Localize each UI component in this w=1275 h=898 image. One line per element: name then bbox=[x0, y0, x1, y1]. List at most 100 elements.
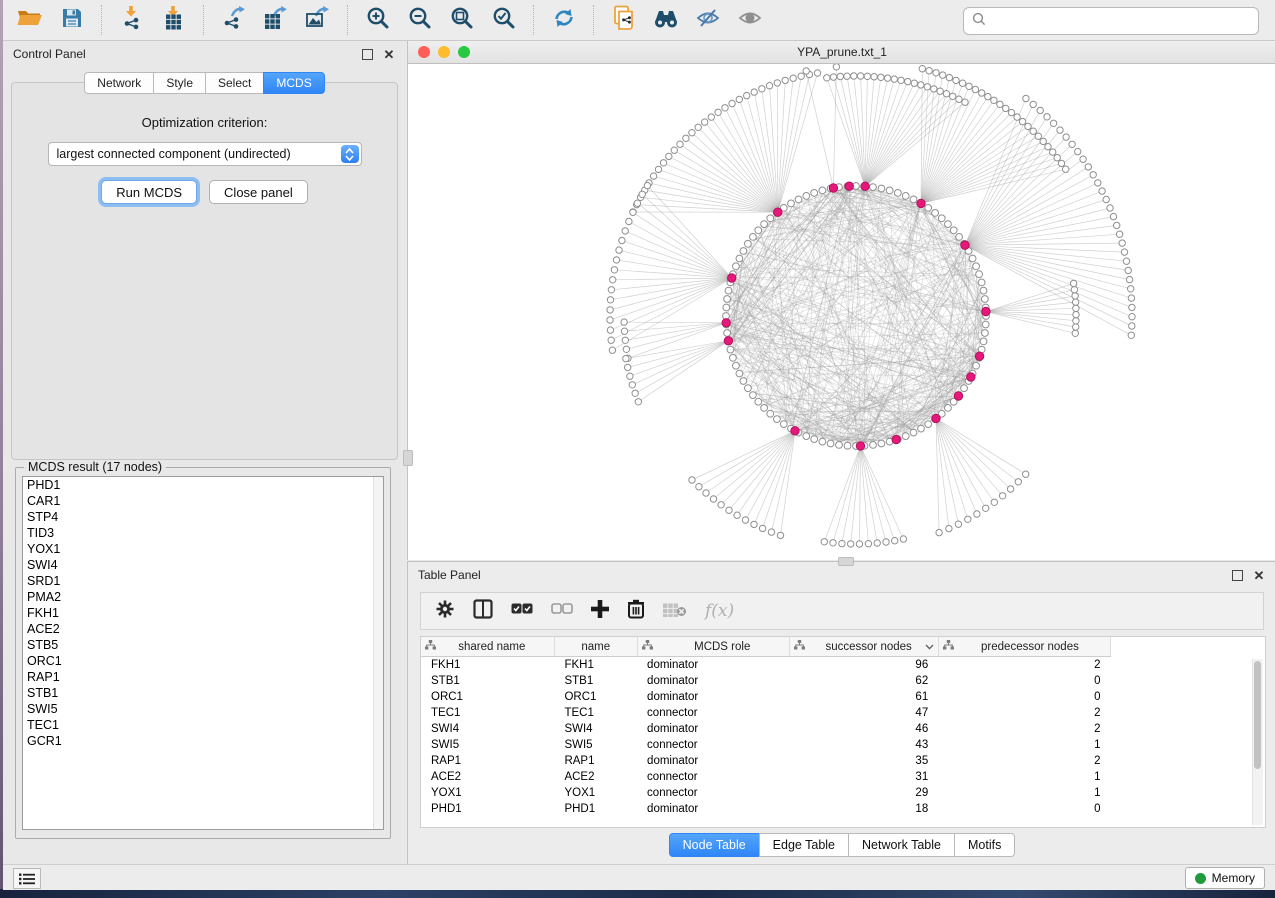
leaf-node[interactable] bbox=[1125, 267, 1131, 273]
leaf-node[interactable] bbox=[634, 200, 640, 206]
leaf-node[interactable] bbox=[959, 80, 965, 86]
import-network-button[interactable] bbox=[115, 4, 149, 36]
table-cell[interactable]: 96 bbox=[789, 657, 938, 674]
leaf-node[interactable] bbox=[1069, 141, 1075, 147]
ring-node[interactable] bbox=[727, 346, 734, 353]
tab-select[interactable]: Select bbox=[205, 72, 263, 94]
table-cell[interactable]: FKH1 bbox=[421, 657, 554, 674]
table-cell[interactable]: RAP1 bbox=[554, 753, 637, 769]
leaf-node[interactable] bbox=[677, 141, 683, 147]
leaf-node[interactable] bbox=[1128, 332, 1134, 338]
leaf-node[interactable] bbox=[999, 493, 1005, 499]
table-cell[interactable]: 1 bbox=[938, 769, 1110, 785]
mcds-result-item[interactable]: ACE2 bbox=[23, 621, 383, 637]
column-header-name[interactable]: name bbox=[554, 637, 637, 657]
ring-node[interactable] bbox=[767, 215, 774, 222]
table-cell[interactable]: ACE2 bbox=[554, 769, 637, 785]
horizontal-splitter-handle[interactable] bbox=[838, 557, 854, 566]
leaf-node[interactable] bbox=[671, 147, 677, 153]
mcds-result-item[interactable]: STB1 bbox=[23, 685, 383, 701]
table-cell[interactable]: STB1 bbox=[554, 673, 637, 689]
leaf-node[interactable] bbox=[626, 218, 632, 224]
leaf-node[interactable] bbox=[918, 82, 924, 88]
column-header-MCDS-role[interactable]: MCDS role bbox=[637, 637, 789, 657]
leaf-node[interactable] bbox=[991, 499, 997, 505]
table-row[interactable]: YOX1YOX1connector291 bbox=[421, 785, 1111, 801]
refresh-layout-button[interactable] bbox=[547, 4, 581, 36]
zoom-out-button[interactable] bbox=[403, 4, 437, 36]
ring-node[interactable] bbox=[774, 416, 781, 423]
ring-node[interactable] bbox=[894, 190, 901, 197]
table-cell[interactable]: dominator bbox=[637, 753, 789, 769]
leaf-node[interactable] bbox=[1072, 330, 1078, 336]
ring-node[interactable] bbox=[973, 362, 980, 369]
mcds-hub-node[interactable] bbox=[774, 208, 782, 216]
leaf-node[interactable] bbox=[768, 529, 774, 535]
mcds-result-item[interactable]: ORC1 bbox=[23, 653, 383, 669]
leaf-node[interactable] bbox=[1023, 95, 1029, 101]
ring-node[interactable] bbox=[740, 378, 747, 385]
ring-node[interactable] bbox=[961, 385, 968, 392]
hide-selected-button[interactable] bbox=[691, 4, 725, 36]
leaf-node[interactable] bbox=[751, 521, 757, 527]
leaf-node[interactable] bbox=[726, 507, 732, 513]
ring-node[interactable] bbox=[788, 200, 795, 207]
leaf-node[interactable] bbox=[666, 153, 672, 159]
table-row[interactable]: STB1STB1dominator620 bbox=[421, 673, 1111, 689]
leaf-node[interactable] bbox=[702, 119, 708, 125]
table-cell[interactable]: 31 bbox=[789, 769, 938, 785]
tab-motifs[interactable]: Motifs bbox=[954, 833, 1015, 857]
leaf-node[interactable] bbox=[1058, 160, 1064, 166]
criterion-select[interactable]: largest connected component (undirected) bbox=[48, 142, 362, 166]
ring-node[interactable] bbox=[819, 438, 826, 445]
ring-node[interactable] bbox=[932, 210, 939, 217]
mcds-hub-node[interactable] bbox=[722, 319, 730, 327]
table-cell[interactable]: connector bbox=[637, 769, 789, 785]
leaf-node[interactable] bbox=[790, 75, 796, 81]
leaf-node[interactable] bbox=[1114, 222, 1120, 228]
leaf-node[interactable] bbox=[607, 307, 613, 313]
table-cell[interactable]: PHD1 bbox=[554, 801, 637, 817]
ring-node[interactable] bbox=[836, 442, 843, 449]
close-panel-button[interactable]: Close panel bbox=[209, 180, 308, 204]
leaf-node[interactable] bbox=[610, 277, 616, 283]
leaf-node[interactable] bbox=[966, 83, 972, 89]
leaf-node[interactable] bbox=[782, 77, 788, 83]
delete-row-button[interactable] bbox=[627, 599, 645, 623]
ring-node[interactable] bbox=[755, 227, 762, 234]
leaf-node[interactable] bbox=[955, 521, 961, 527]
ring-node[interactable] bbox=[976, 271, 983, 278]
leaf-node[interactable] bbox=[1073, 305, 1079, 311]
leaf-node[interactable] bbox=[616, 247, 622, 253]
leaf-node[interactable] bbox=[1071, 287, 1077, 293]
leaf-node[interactable] bbox=[798, 73, 804, 79]
leaf-node[interactable] bbox=[759, 86, 765, 92]
leaf-node[interactable] bbox=[742, 517, 748, 523]
ring-node[interactable] bbox=[733, 263, 740, 270]
table-cell[interactable]: 46 bbox=[789, 721, 938, 737]
table-cell[interactable]: RAP1 bbox=[421, 753, 554, 769]
ring-node[interactable] bbox=[755, 398, 762, 405]
network-window-titlebar[interactable]: YPA_prune.txt_1 bbox=[408, 41, 1275, 64]
leaf-node[interactable] bbox=[943, 91, 949, 97]
leaf-node[interactable] bbox=[1063, 166, 1069, 172]
table-row[interactable]: SWI4SWI4dominator462 bbox=[421, 721, 1111, 737]
memory-button[interactable]: Memory bbox=[1185, 867, 1265, 889]
leaf-node[interactable] bbox=[891, 76, 897, 82]
leaf-node[interactable] bbox=[1129, 314, 1135, 320]
close-window-light[interactable] bbox=[418, 46, 430, 58]
table-cell[interactable]: dominator bbox=[637, 721, 789, 737]
table-row[interactable]: PHD1PHD1dominator180 bbox=[421, 801, 1111, 817]
leaf-node[interactable] bbox=[911, 80, 917, 86]
leaf-node[interactable] bbox=[974, 511, 980, 517]
leaf-node[interactable] bbox=[1030, 101, 1036, 107]
leaf-node[interactable] bbox=[856, 541, 862, 547]
leaf-node[interactable] bbox=[1110, 213, 1116, 219]
mcds-hub-node[interactable] bbox=[932, 414, 940, 422]
table-row[interactable]: ORC1ORC1dominator610 bbox=[421, 689, 1111, 705]
clone-network-button[interactable] bbox=[607, 4, 641, 36]
ring-node[interactable] bbox=[819, 187, 826, 194]
leaf-node[interactable] bbox=[1025, 123, 1031, 129]
leaf-node[interactable] bbox=[1095, 180, 1101, 186]
ring-node[interactable] bbox=[925, 205, 932, 212]
